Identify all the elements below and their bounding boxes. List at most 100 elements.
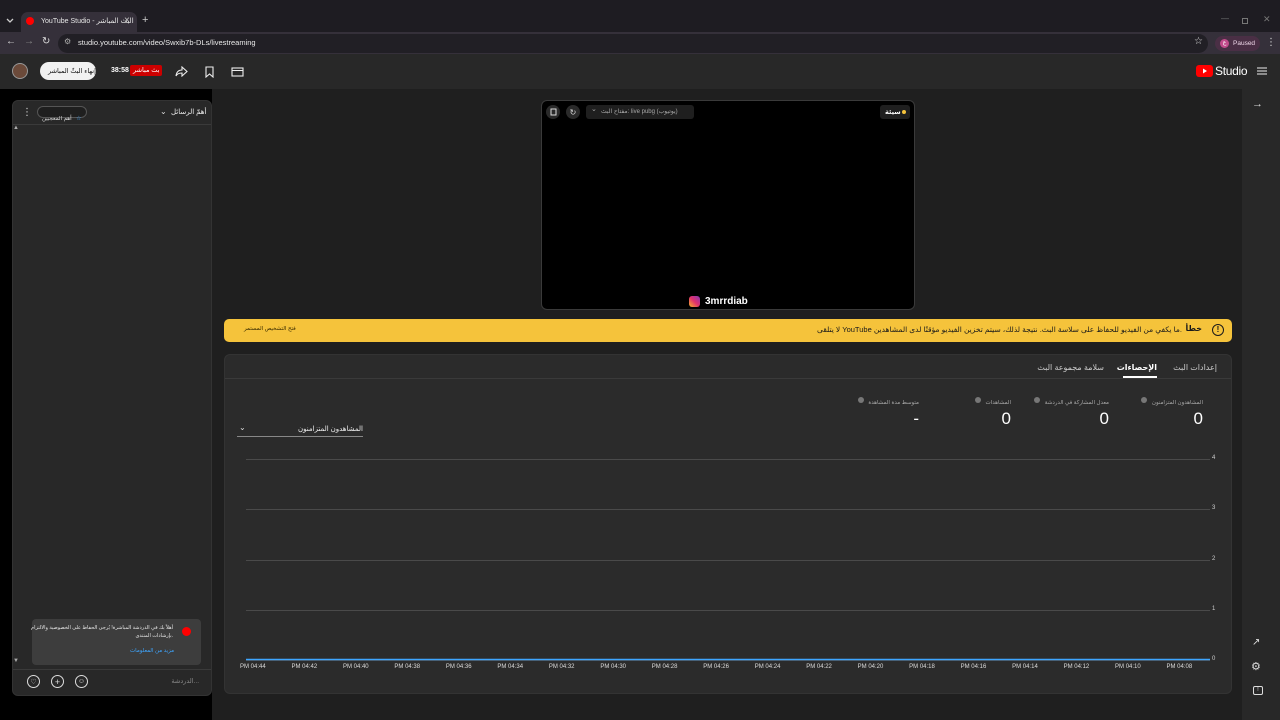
stream-preview: ↻ ⌄ مفتاح البث: live pubg (يوتيوب) سيئة … xyxy=(541,100,915,310)
tab-search-icon[interactable] xyxy=(4,14,16,28)
stat-label: المشاهدون المتزامنون xyxy=(1151,400,1203,406)
chart-x-tick-label: PM 04:30 xyxy=(600,664,626,670)
tab-title: YouTube Studio - البث المباشر xyxy=(41,18,134,25)
top-fans-label: أهم المعجبين xyxy=(42,116,72,122)
chat-more-icon[interactable]: ⋮ xyxy=(22,107,32,118)
bookmark-star-icon[interactable]: ☆ xyxy=(1194,36,1203,47)
feedback-icon[interactable]: ! xyxy=(1253,686,1263,695)
forward-icon[interactable]: → xyxy=(24,36,34,47)
back-icon[interactable]: ← xyxy=(6,36,16,47)
tab-stream-health[interactable]: سلامة مجموعة البث xyxy=(1037,363,1104,372)
chart-x-tick-label: PM 04:44 xyxy=(240,664,266,670)
learn-more-link[interactable]: مزيد من المعلومات xyxy=(130,648,174,654)
chart-x-tick-label: PM 04:08 xyxy=(1166,664,1193,670)
chart-y-tick-label: 4 xyxy=(1212,455,1216,461)
site-info-icon[interactable]: ⚙ xyxy=(64,37,71,46)
tab-close-icon[interactable]: × xyxy=(124,15,130,26)
minimize-window-icon[interactable]: — xyxy=(1221,14,1229,23)
chat-input-divider xyxy=(13,669,211,670)
scroll-up-icon[interactable]: ▲ xyxy=(13,125,19,131)
warning-icon: ! xyxy=(1212,324,1224,336)
chat-input-placeholder: الدردشة... xyxy=(171,678,199,685)
collapse-panel-icon[interactable]: → xyxy=(1252,98,1263,110)
chart-x-tick-label: PM 04:32 xyxy=(548,664,575,670)
youtube-logo-icon[interactable] xyxy=(1196,65,1213,77)
chart-x-tick-label: PM 04:18 xyxy=(909,664,935,670)
chart-y-tick-label: 3 xyxy=(1212,505,1216,512)
notice-text-2: بإرشادات المنتدى. xyxy=(135,633,173,639)
metric-selector-label: المشاهدون المتزامنون xyxy=(298,426,363,433)
reload-icon[interactable]: ↻ xyxy=(42,36,50,47)
stat-value: 0 xyxy=(1099,409,1109,428)
chart-gridline xyxy=(246,660,1210,661)
chart-y-tick-label: 2 xyxy=(1212,555,1216,562)
studio-brand: Studio xyxy=(1215,64,1248,78)
address-bar[interactable]: ⚙ studio.youtube.com/video/Swxib7b-DLs/l… xyxy=(58,34,1208,53)
new-tab-button[interactable]: + xyxy=(142,14,148,26)
profile-chip[interactable]: ع Paused xyxy=(1215,36,1260,51)
end-stream-label: إنهاء البثّ المباشر xyxy=(48,68,96,75)
chevron-down-icon: ⌄ xyxy=(591,106,597,113)
emoji-icon[interactable]: ☺ xyxy=(75,675,88,688)
manage-icon[interactable] xyxy=(230,64,245,79)
tab-stream-settings[interactable]: إعدادات البث xyxy=(1173,363,1217,372)
chart-x-tick-label: PM 04:22 xyxy=(806,664,832,670)
stat-label: المشاهدات xyxy=(985,400,1011,406)
close-window-icon[interactable]: ✕ xyxy=(1263,14,1271,25)
scroll-down-icon[interactable]: ▼ xyxy=(13,658,19,664)
warning-message: لا يتلقى YouTube ما يكفي من الفيديو للحف… xyxy=(816,325,1182,334)
stat-value: 0 xyxy=(1001,409,1011,428)
stat-chat-rate: معدل المشاركة في الدردشة 0 xyxy=(1034,391,1109,429)
browser-menu-icon[interactable]: ⋮ xyxy=(1266,37,1276,48)
restore-window-icon[interactable] xyxy=(1242,18,1248,24)
stat-value: - xyxy=(913,409,919,428)
star-icon: ☆ xyxy=(76,116,82,122)
end-stream-button[interactable]: إنهاء البثّ المباشر xyxy=(40,62,96,80)
stat-concurrent-viewers: المشاهدون المتزامنون 0 xyxy=(1141,391,1203,429)
help-icon[interactable] xyxy=(1141,396,1148,403)
stream-key-select[interactable]: ⌄ مفتاح البث: live pubg (يوتيوب) xyxy=(586,105,694,119)
live-chat-panel: ⋮ أهم المعجبين ☆ ⌄ أهمّ الرسائل ▲ ▼ أهلا… xyxy=(12,100,212,696)
status-dot-icon xyxy=(902,110,906,114)
top-chat-label: أهمّ الرسائل xyxy=(171,109,207,116)
metric-selector[interactable]: ⌄ المشاهدون المتزامنون xyxy=(237,423,363,437)
browser-tab-active[interactable]: YouTube Studio - البث المباشر × xyxy=(21,12,137,32)
heart-icon[interactable]: ♡ xyxy=(27,675,40,688)
stat-label: متوسط مدة المشاهدة xyxy=(868,400,919,406)
hamburger-menu-icon[interactable] xyxy=(1256,65,1268,77)
settings-gear-icon[interactable]: ⚙ xyxy=(1251,660,1261,673)
chart-x-tick-label: PM 04:10 xyxy=(1115,664,1141,670)
chat-welcome-notice: أهلاً بك في الدردشة المباشرة! يُرجى الحف… xyxy=(31,619,201,665)
chart-x-tick-label: PM 04:38 xyxy=(394,664,421,670)
share-icon[interactable] xyxy=(174,64,189,79)
continuous-diagnostics-link[interactable]: فتح التشخيص المستمر xyxy=(244,326,296,332)
browser-tab-strip: YouTube Studio - البث المباشر × + — ✕ xyxy=(0,0,1280,32)
tabs-divider xyxy=(225,378,1231,379)
popout-icon[interactable]: ↗ xyxy=(1252,637,1260,648)
chart-x-tick-label: PM 04:36 xyxy=(445,664,472,670)
profile-status: Paused xyxy=(1233,40,1256,47)
chevron-down-icon: ⌄ xyxy=(239,423,246,432)
stream-key-label: مفتاح البث: live pubg (يوتيوب) xyxy=(601,109,678,115)
refresh-icon[interactable]: ↻ xyxy=(566,105,580,119)
chat-input[interactable]: الدردشة... xyxy=(93,675,201,689)
channel-avatar[interactable] xyxy=(12,63,28,79)
copy-icon[interactable] xyxy=(546,105,560,119)
help-icon[interactable] xyxy=(857,396,864,403)
chart-x-tick-label: PM 04:16 xyxy=(960,664,987,670)
right-rail: → ↗ ⚙ ! xyxy=(1242,89,1280,720)
chart-x-tick-label: PM 04:20 xyxy=(857,664,884,670)
top-fans-chip[interactable]: أهم المعجبين ☆ xyxy=(37,106,87,122)
help-icon[interactable] xyxy=(1034,396,1041,403)
chart-x-tick-label: PM 04:42 xyxy=(291,664,318,670)
stream-timer: 38:58 xyxy=(111,67,129,74)
add-icon[interactable]: + xyxy=(51,675,64,688)
chart-gridline xyxy=(246,459,1210,460)
stat-views: المشاهدات 0 xyxy=(975,391,1011,429)
tab-analytics[interactable]: الإحصاءات xyxy=(1117,363,1157,372)
help-icon[interactable] xyxy=(975,396,982,403)
studio-header: إنهاء البثّ المباشر 38:58 بث مباشر Studi… xyxy=(0,54,1280,89)
bookmark-icon[interactable] xyxy=(202,64,217,79)
instagram-icon xyxy=(689,296,700,307)
top-chat-dropdown[interactable]: ⌄ أهمّ الرسائل xyxy=(160,107,207,119)
